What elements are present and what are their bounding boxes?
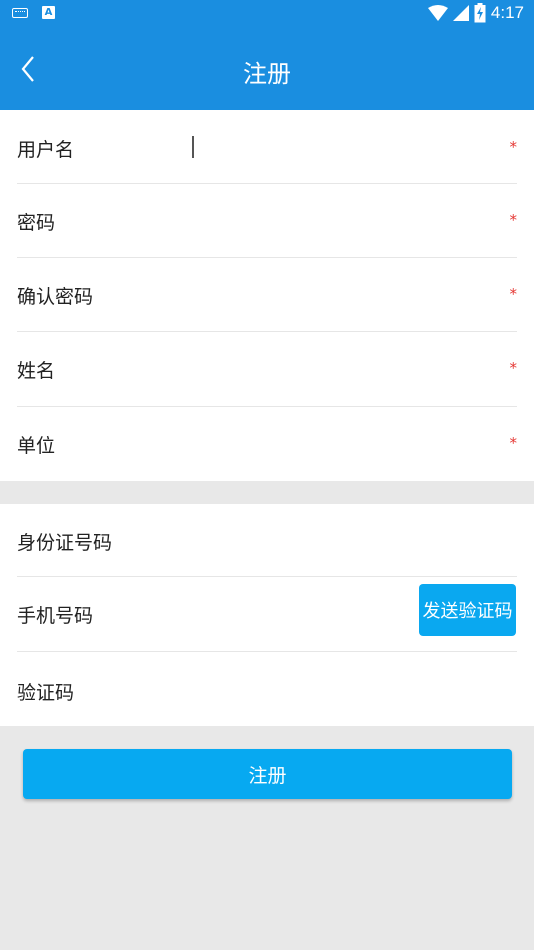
password-input[interactable]: [187, 205, 477, 237]
required-mark: *: [509, 211, 518, 229]
verification-code-row: 验证码: [17, 652, 517, 726]
keyboard-icon: [12, 7, 28, 18]
username-row: 用户名 *: [17, 110, 517, 184]
wifi-icon: [427, 5, 448, 21]
confirm-password-input[interactable]: [187, 279, 477, 311]
unit-label: 单位: [17, 435, 56, 457]
username-input[interactable]: [187, 132, 477, 164]
id-number-row: 身份证号码: [17, 504, 517, 577]
name-label: 姓名: [17, 360, 56, 382]
name-row: 姓名 *: [17, 332, 517, 407]
required-mark: *: [509, 359, 518, 377]
password-row: 密码 *: [17, 184, 517, 258]
phone-label: 手机号码: [17, 605, 94, 627]
unit-input[interactable]: [187, 428, 477, 460]
status-time: 4:17: [490, 3, 524, 22]
send-code-button[interactable]: 发送验证码: [419, 584, 516, 636]
status-bar-notifications: A: [12, 6, 55, 19]
id-number-label: 身份证号码: [17, 532, 113, 554]
optional-info-section: 身份证号码 手机号码 发送验证码 验证码: [0, 504, 534, 726]
confirm-password-row: 确认密码 *: [17, 258, 517, 332]
phone-row: 手机号码 发送验证码: [17, 577, 517, 652]
password-label: 密码: [17, 212, 56, 234]
status-bar-system: 4:17: [427, 3, 524, 23]
signal-icon: [452, 5, 469, 21]
status-bar: A 4:17: [0, 0, 534, 28]
register-button[interactable]: 注册: [23, 749, 512, 799]
confirm-password-label: 确认密码: [17, 286, 94, 308]
unit-row: 单位 *: [17, 407, 517, 481]
name-input[interactable]: [187, 353, 477, 385]
battery-charging-icon: [474, 3, 486, 23]
phone-input[interactable]: [187, 598, 407, 630]
verification-code-input[interactable]: [187, 675, 477, 707]
username-label: 用户名: [17, 139, 75, 161]
page-title: 注册: [243, 60, 291, 88]
required-mark: *: [509, 434, 518, 452]
app-bar: 注册: [0, 28, 534, 110]
required-info-section: 用户名 * 密码 * 确认密码 * 姓名 * 单位 *: [0, 110, 534, 481]
id-number-input[interactable]: [187, 525, 477, 557]
required-mark: *: [509, 285, 518, 303]
verification-code-label: 验证码: [17, 682, 75, 704]
a-notification-icon: A: [42, 6, 55, 19]
required-mark: *: [509, 138, 518, 156]
